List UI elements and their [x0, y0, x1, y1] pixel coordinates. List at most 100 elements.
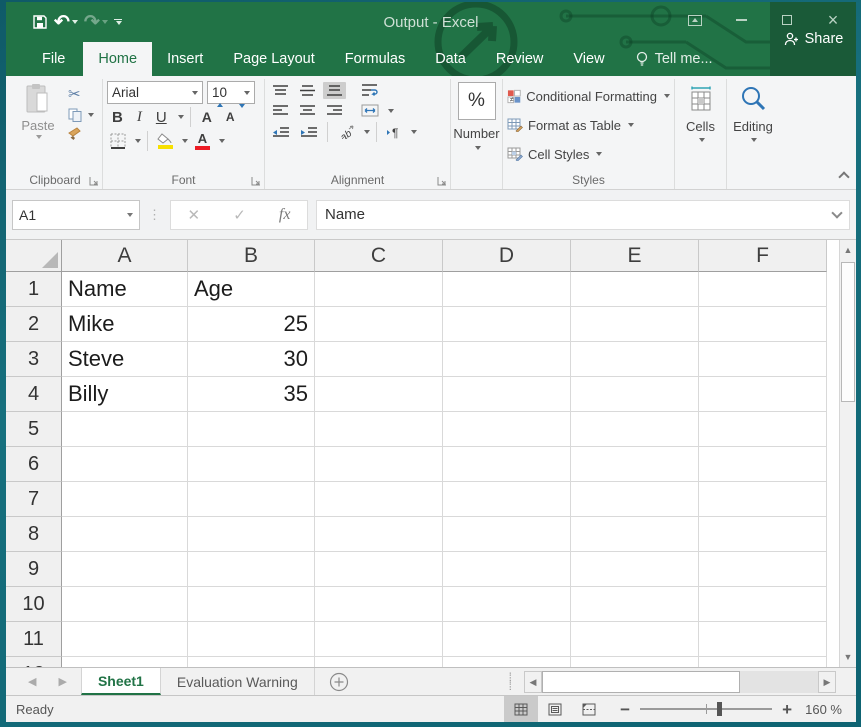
cell-D11[interactable]: [443, 622, 571, 657]
font-dialog-launcher[interactable]: [251, 176, 261, 186]
number-format-dropdown[interactable]: [475, 146, 481, 150]
prev-sheet-icon[interactable]: ◀: [28, 675, 36, 688]
italic-button[interactable]: I: [132, 108, 147, 127]
ribbon-tab-review[interactable]: Review: [481, 42, 559, 76]
column-header-C[interactable]: C: [315, 240, 443, 272]
column-header-D[interactable]: D: [443, 240, 571, 272]
page-layout-view-button[interactable]: [538, 696, 572, 722]
sheet-tab-evaluation-warning[interactable]: Evaluation Warning: [161, 668, 315, 695]
cell-C11[interactable]: [315, 622, 443, 657]
ribbon-tab-home[interactable]: Home: [83, 42, 152, 76]
cell-B4[interactable]: 35: [188, 377, 315, 412]
paste-dropdown[interactable]: [36, 135, 42, 139]
cell-A6[interactable]: [62, 447, 188, 482]
cell-C1[interactable]: [315, 272, 443, 307]
cell-D5[interactable]: [443, 412, 571, 447]
cell-B7[interactable]: [188, 482, 315, 517]
cell-B3[interactable]: 30: [188, 342, 315, 377]
font-color-button[interactable]: A: [192, 130, 213, 152]
cell-E8[interactable]: [571, 517, 699, 552]
cell-A11[interactable]: [62, 622, 188, 657]
text-direction-dropdown[interactable]: [411, 130, 417, 134]
cells-dropdown[interactable]: [699, 138, 705, 142]
insert-function-icon[interactable]: fx: [279, 206, 291, 224]
new-sheet-button[interactable]: [329, 668, 349, 695]
customize-qat-button[interactable]: [114, 19, 122, 26]
formula-bar-grip[interactable]: ⋮: [148, 207, 162, 223]
merge-center-dropdown[interactable]: [388, 109, 394, 113]
cell-E2[interactable]: [571, 307, 699, 342]
bottom-align-button[interactable]: [323, 82, 346, 99]
row-header-10[interactable]: 10: [6, 587, 62, 622]
collapse-ribbon-button[interactable]: [838, 171, 849, 182]
cell-E10[interactable]: [571, 587, 699, 622]
cell-F10[interactable]: [699, 587, 827, 622]
cell-C9[interactable]: [315, 552, 443, 587]
sheet-tab-sheet1[interactable]: Sheet1: [81, 668, 161, 695]
cell-C7[interactable]: [315, 482, 443, 517]
save-icon[interactable]: [32, 14, 48, 30]
editing-dropdown[interactable]: [751, 138, 757, 142]
column-header-E[interactable]: E: [571, 240, 699, 272]
conditional-formatting-button[interactable]: ≠ Conditional Formatting: [507, 83, 670, 109]
row-header-7[interactable]: 7: [6, 482, 62, 517]
ribbon-tab-page-layout[interactable]: Page Layout: [218, 42, 329, 76]
row-header-9[interactable]: 9: [6, 552, 62, 587]
wrap-text-button[interactable]: [358, 81, 381, 99]
font-size-select[interactable]: 10: [207, 81, 255, 104]
cell-F4[interactable]: [699, 377, 827, 412]
cell-A5[interactable]: [62, 412, 188, 447]
cell-D6[interactable]: [443, 447, 571, 482]
font-color-dropdown[interactable]: [219, 139, 225, 143]
expand-formula-bar-icon[interactable]: [831, 207, 842, 218]
cell-E4[interactable]: [571, 377, 699, 412]
maximize-button[interactable]: [764, 2, 810, 38]
increase-indent-button[interactable]: [297, 124, 321, 141]
cell-F11[interactable]: [699, 622, 827, 657]
cell-A3[interactable]: Steve: [62, 342, 188, 377]
ribbon-tab-data[interactable]: Data: [420, 42, 481, 76]
shrink-font-button[interactable]: A: [221, 109, 240, 125]
cell-F2[interactable]: [699, 307, 827, 342]
zoom-in-button[interactable]: +: [782, 701, 792, 718]
cell-E12[interactable]: [571, 657, 699, 667]
cell-E1[interactable]: [571, 272, 699, 307]
undo-button[interactable]: ↶: [54, 13, 78, 32]
row-header-12[interactable]: 12: [6, 657, 62, 667]
orientation-dropdown[interactable]: [364, 130, 370, 134]
select-all-button[interactable]: [6, 240, 62, 272]
row-header-4[interactable]: 4: [6, 377, 62, 412]
cut-button[interactable]: ✂: [68, 85, 94, 103]
cell-E11[interactable]: [571, 622, 699, 657]
ribbon-tab-tell-me[interactable]: Tell me...: [620, 42, 728, 76]
cell-A12[interactable]: [62, 657, 188, 667]
horizontal-scrollbar[interactable]: ◀ ▶: [524, 671, 836, 693]
cell-B6[interactable]: [188, 447, 315, 482]
text-direction-button[interactable]: ¶: [383, 124, 405, 141]
align-left-button[interactable]: [269, 102, 292, 119]
decrease-indent-button[interactable]: [269, 124, 293, 141]
percent-style-button[interactable]: %: [458, 82, 496, 120]
row-header-1[interactable]: 1: [6, 272, 62, 307]
cell-D10[interactable]: [443, 587, 571, 622]
normal-view-button[interactable]: [504, 696, 538, 722]
enter-icon[interactable]: ✓: [233, 206, 246, 224]
cell-A4[interactable]: Billy: [62, 377, 188, 412]
cell-E9[interactable]: [571, 552, 699, 587]
cell-C2[interactable]: [315, 307, 443, 342]
orientation-button[interactable]: ab: [334, 123, 358, 141]
horizontal-scroll-track[interactable]: [740, 671, 818, 693]
scroll-right-icon[interactable]: ▶: [818, 671, 836, 693]
align-center-button[interactable]: [296, 102, 319, 119]
vertical-scrollbar[interactable]: ▲ ▼: [839, 240, 856, 667]
fill-color-button[interactable]: [154, 131, 176, 151]
minimize-button[interactable]: [718, 2, 764, 38]
cell-B5[interactable]: [188, 412, 315, 447]
cell-F3[interactable]: [699, 342, 827, 377]
cell-A10[interactable]: [62, 587, 188, 622]
scroll-down-icon[interactable]: ▼: [840, 647, 856, 667]
cell-A7[interactable]: [62, 482, 188, 517]
cell-C10[interactable]: [315, 587, 443, 622]
cell-B10[interactable]: [188, 587, 315, 622]
merge-center-button[interactable]: [358, 102, 382, 119]
